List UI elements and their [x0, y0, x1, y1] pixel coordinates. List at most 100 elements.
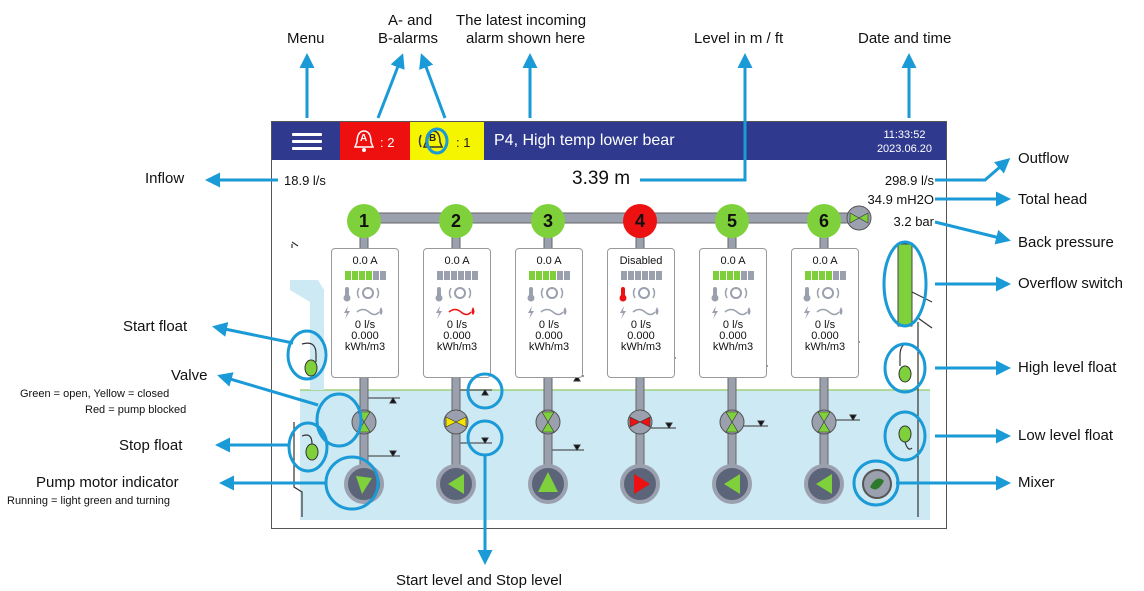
callout-start-stop-level: Start level and Stop level — [396, 572, 562, 589]
callout-valve-legend-1: Green = open, Yellow = closed — [20, 388, 170, 400]
pump-motor-icon[interactable] — [804, 464, 844, 504]
callout-alarms-line1: A- and — [388, 12, 433, 29]
b-alarm-letter: B — [429, 133, 437, 144]
pump-current: 0.0 A — [352, 255, 378, 267]
callout-alarms-line2: B-alarms — [378, 30, 439, 47]
pump-info-card[interactable]: 0.0 A0 l/s 0.000 kWh/m3 — [699, 248, 767, 378]
callout-high-float: High level float — [1018, 359, 1117, 376]
overflow-switch-icon — [897, 243, 913, 327]
callout-inflow: Inflow — [145, 170, 185, 187]
callout-pump-motor-legend: Running = light green and turning — [7, 495, 170, 507]
pump-load-bar — [332, 271, 398, 280]
callout-pump-motor: Pump motor indicator — [36, 474, 179, 491]
pump-motor-icon[interactable] — [620, 464, 660, 504]
callout-level: Level in m / ft — [694, 30, 784, 47]
a-alarm-count: : 2 — [380, 135, 395, 150]
a-alarm-button[interactable]: A : 2 — [340, 122, 410, 160]
pump-energy-unit: kWh/m3 — [712, 341, 754, 353]
pump-info-card[interactable]: Disabled 0 l/s 0.000 kWh/m3 — [607, 248, 675, 378]
date-time: 11:33:52 2023.06.20 — [877, 128, 932, 156]
pump-load-bar — [424, 271, 490, 280]
outflow-value: 298.9 l/s — [884, 173, 934, 188]
valve-icon[interactable] — [719, 409, 745, 435]
pump-load-bar — [792, 271, 858, 280]
pump-current: Disabled — [619, 255, 663, 267]
valve-icon[interactable] — [443, 409, 469, 435]
latest-alarm-text[interactable]: P4, High temp lower bear — [494, 132, 675, 150]
callout-overflow-switch: Overflow switch — [1018, 275, 1124, 292]
leak-icon — [356, 307, 383, 316]
b-alarm-button[interactable]: B : 1 — [410, 122, 484, 160]
pump-energy-unit: kWh/m3 — [344, 341, 386, 353]
b-alarm-count: : 1 — [456, 135, 471, 150]
callout-datetime: Date and time — [858, 30, 952, 47]
pump-info-card[interactable]: 0.0 A0 l/s 0.000 kWh/m3 — [423, 248, 491, 378]
pump-number-badge[interactable]: 5 — [715, 204, 749, 238]
pump-current: 0.0 A — [444, 255, 470, 267]
arrow-alarm-a — [376, 53, 405, 119]
pump-energy-unit: kWh/m3 — [436, 341, 478, 353]
valve-icon[interactable] — [811, 409, 837, 435]
vibration-icon — [816, 287, 840, 299]
lightning-icon — [528, 306, 534, 319]
pump-motor-icon[interactable] — [436, 464, 476, 504]
leak-icon — [724, 307, 751, 316]
vibration-icon — [632, 287, 656, 299]
valve-icon[interactable] — [627, 409, 653, 435]
menu-icon — [292, 133, 322, 136]
callout-latest-alarm-line2: alarm shown here — [466, 30, 586, 47]
vibration-icon — [356, 287, 380, 299]
pump-status-icons — [435, 287, 475, 319]
lightning-icon — [804, 306, 810, 319]
pump-current: 0.0 A — [720, 255, 746, 267]
pump-info-card[interactable]: 0.0 A0 l/s 0.000 kWh/m3 — [331, 248, 399, 378]
arrow-alarm-b — [419, 53, 447, 119]
thermometer-icon — [435, 287, 443, 302]
back-pressure-value: 3.2 bar — [893, 214, 934, 229]
pump-current: 0.0 A — [812, 255, 838, 267]
valve-icon[interactable] — [535, 409, 561, 435]
pump-motor-icon[interactable] — [528, 464, 568, 504]
time-text: 11:33:52 — [883, 129, 926, 141]
callout-start-float: Start float — [123, 318, 188, 335]
pump-load-bar — [608, 271, 674, 280]
thermometer-icon — [343, 287, 351, 302]
pump-info-card[interactable]: 0.0 A0 l/s 0.000 kWh/m3 — [515, 248, 583, 378]
menu-button[interactable] — [272, 122, 340, 160]
callout-mixer: Mixer — [1018, 474, 1055, 491]
pump-status-icons — [527, 287, 567, 319]
callout-outflow: Outflow — [1018, 150, 1069, 167]
pump-status-icons — [343, 287, 383, 319]
callout-low-float: Low level float — [1018, 427, 1114, 444]
pump-energy-unit: kWh/m3 — [620, 341, 662, 353]
valve-icon[interactable] — [351, 409, 377, 435]
lightning-icon — [344, 306, 350, 319]
callout-stop-float: Stop float — [119, 437, 183, 454]
pump-info-card[interactable]: 0.0 A0 l/s 0.000 kWh/m3 — [791, 248, 859, 378]
pump-number-badge[interactable]: 1 — [347, 204, 381, 238]
lightning-icon — [712, 306, 718, 319]
vibration-icon — [448, 287, 472, 299]
lightning-icon — [436, 306, 442, 319]
pump-status-icons — [619, 287, 659, 319]
callout-valve: Valve — [171, 367, 208, 384]
pump-number-badge[interactable]: 2 — [439, 204, 473, 238]
total-head-value: 34.9 mH2O — [867, 192, 934, 207]
pump-motor-icon[interactable] — [712, 464, 752, 504]
thermometer-icon — [803, 287, 811, 302]
pump-number-badge[interactable]: 3 — [531, 204, 565, 238]
pump-number-badge[interactable]: 4 — [623, 204, 657, 238]
pump-number-badge[interactable]: 6 — [807, 204, 841, 238]
level-value: 3.39 m — [572, 168, 631, 189]
leak-icon — [816, 307, 843, 316]
a-alarm-letter: A — [360, 133, 368, 144]
leak-icon — [632, 307, 659, 316]
pump-station-panel: A : 2 B : 1 P4, High temp lower bear 11:… — [271, 121, 947, 529]
inflow-value: 18.9 l/s — [284, 173, 326, 188]
pump-motor-icon[interactable] — [344, 464, 384, 504]
callout-back-pressure: Back pressure — [1018, 234, 1114, 251]
pump-load-bar — [516, 271, 582, 280]
leak-icon — [540, 307, 567, 316]
pump-energy-unit: kWh/m3 — [804, 341, 846, 353]
pump-current: 0.0 A — [536, 255, 562, 267]
